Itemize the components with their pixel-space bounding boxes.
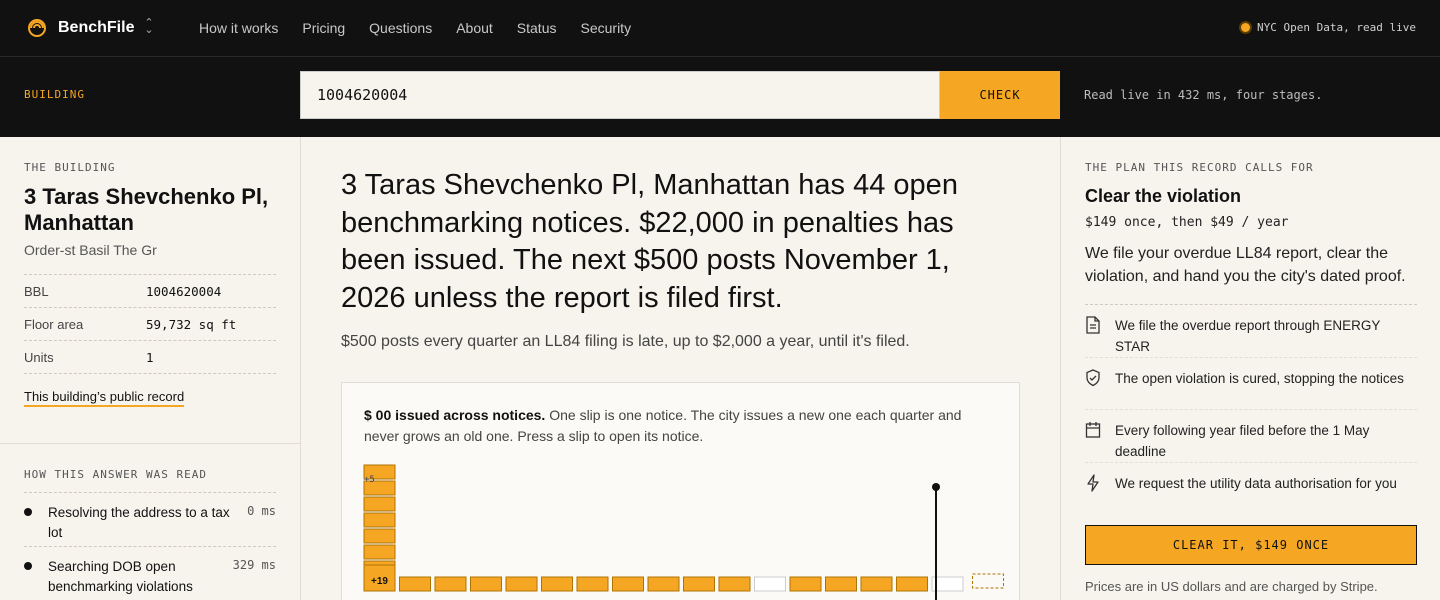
notice-slip[interactable]: [647, 576, 680, 592]
plan-title: Clear the violation: [1085, 186, 1242, 206]
fact-row: BBL 1004620004: [24, 274, 276, 307]
notice-slip[interactable]: [612, 576, 644, 592]
step-dot-icon: [24, 562, 32, 570]
building-panel: THE BUILDING 3 Taras Shevchenko Pl, Manh…: [0, 137, 301, 600]
building-owner: Order-st Basil The Gr: [24, 242, 157, 258]
overflow-badge: +19: [371, 576, 388, 587]
check-button[interactable]: CHECK: [940, 71, 1060, 119]
stack-label: +5: [364, 475, 375, 485]
notice-slip[interactable]: [718, 576, 751, 592]
notice-slip[interactable]: [541, 576, 573, 592]
plan-price: $149 once, then $49 / year: [1085, 215, 1289, 230]
nav-link-status[interactable]: Status: [517, 20, 557, 36]
notice-slip[interactable]: [683, 576, 715, 592]
nav-links: How it works Pricing Questions About Sta…: [199, 20, 655, 36]
plan-panel: THE PLAN THIS RECORD CALLS FOR Clear the…: [1060, 137, 1440, 600]
notice-slips-chart: +19 +5: [363, 464, 1004, 600]
building-search-input[interactable]: [300, 71, 940, 119]
live-status-text: NYC Open Data, read live: [1257, 21, 1416, 34]
plan-feature-text: We request the utility data authorisatio…: [1115, 476, 1397, 491]
fact-row: Units 1: [24, 340, 276, 373]
lightning-icon: [1087, 474, 1099, 492]
building-label: BUILDING: [24, 88, 85, 101]
notice-slip[interactable]: [896, 576, 928, 592]
result-headline: 3 Taras Shevchenko Pl, Manhattan has 44 …: [341, 169, 958, 314]
notice-slip[interactable]: [470, 576, 502, 592]
notice-slip[interactable]: [576, 576, 609, 592]
step-dot-icon: [24, 508, 32, 516]
notice-slip[interactable]: [363, 512, 396, 528]
fact-key: Floor area: [24, 316, 84, 332]
brand-name[interactable]: BenchFile: [58, 19, 134, 37]
shield-check-icon: [1086, 369, 1100, 387]
empty-slip[interactable]: [754, 576, 786, 592]
live-dot-icon: [1241, 23, 1251, 32]
next-notice-slip[interactable]: [972, 573, 1004, 589]
plan-feature: We request the utility data authorisatio…: [1085, 463, 1417, 515]
document-icon: [1086, 316, 1100, 334]
notice-slip[interactable]: [363, 496, 396, 512]
notice-slip[interactable]: [789, 576, 822, 592]
read-steps: Resolving the address to a tax lot 0 ms …: [24, 492, 276, 600]
panel-divider: [0, 443, 300, 444]
notice-slip[interactable]: [860, 576, 893, 592]
public-record-link[interactable]: This building’s public record: [24, 389, 185, 407]
calendar-icon: [1085, 422, 1101, 438]
result-subline: $500 posts every quarter an LL84 filing …: [341, 333, 910, 350]
step-text: Resolving the address to a tax lot: [48, 505, 230, 540]
plan-feature: Every following year filed before the 1 …: [1085, 410, 1417, 463]
plan-section-label: THE PLAN THIS RECORD CALLS FOR: [1085, 161, 1314, 174]
plan-feature-text: We file the overdue report through ENERG…: [1115, 318, 1381, 354]
nav-link-questions[interactable]: Questions: [369, 20, 432, 36]
nav-link-pricing[interactable]: Pricing: [302, 20, 345, 36]
fact-value: 1004620004: [146, 283, 222, 299]
read-step: Resolving the address to a tax lot 0 ms: [24, 492, 276, 546]
building-facts: BBL 1004620004 Floor area 59,732 sq ft U…: [24, 274, 276, 374]
notice-slip[interactable]: [363, 544, 396, 560]
plan-feature-text: The open violation is cured, stopping th…: [1115, 371, 1404, 386]
read-step: Searching DOB open benchmarking violatio…: [24, 546, 276, 600]
nav-link-security[interactable]: Security: [581, 20, 632, 36]
plan-features: We file the overdue report through ENERG…: [1085, 304, 1417, 515]
fact-row: Floor area 59,732 sq ft: [24, 307, 276, 340]
notices-card: $ 00 issued across notices. One slip is …: [341, 382, 1020, 600]
fact-key: BBL: [24, 283, 49, 299]
live-status: NYC Open Data, read live: [1241, 21, 1416, 34]
plan-feature: The open violation is cured, stopping th…: [1085, 358, 1417, 410]
nav-link-about[interactable]: About: [456, 20, 493, 36]
building-section-label: THE BUILDING: [24, 161, 116, 174]
top-nav: BenchFile ⌃ ⌄ How it works Pricing Questi…: [0, 0, 1440, 57]
fact-value: 59,732 sq ft: [146, 316, 237, 332]
read-time-note: Read live in 432 ms, four stages.: [1084, 88, 1323, 102]
step-text: Searching DOB open benchmarking violatio…: [48, 559, 193, 594]
plan-feature-text: Every following year filed before the 1 …: [1115, 423, 1370, 459]
notice-slip[interactable]: [434, 576, 467, 592]
search-band: BUILDING CHECK Read live in 432 ms, four…: [0, 57, 1440, 137]
notice-slip[interactable]: [399, 576, 431, 592]
pricing-fine-print: Prices are in US dollars and are charged…: [1085, 579, 1378, 594]
plan-feature: We file the overdue report through ENERG…: [1085, 305, 1417, 358]
notice-slip[interactable]: [505, 576, 538, 592]
step-time: 0 ms: [247, 504, 276, 518]
brand-logo-icon[interactable]: [28, 19, 46, 37]
today-marker-dot: [932, 483, 940, 491]
plan-description: We file your overdue LL84 report, clear …: [1085, 245, 1406, 285]
notice-slip[interactable]: [363, 528, 396, 544]
building-title: 3 Taras Shevchenko Pl, Manhattan: [24, 184, 269, 235]
step-time: 329 ms: [232, 558, 276, 572]
clear-it-button[interactable]: CLEAR IT, $149 ONCE: [1085, 525, 1417, 565]
chevron-updown-icon[interactable]: ⌃ ⌄: [144, 18, 154, 36]
notice-slip[interactable]: [825, 576, 857, 592]
fact-key: Units: [24, 349, 54, 365]
nav-link-how-it-works[interactable]: How it works: [199, 20, 278, 36]
how-read-label: HOW THIS ANSWER WAS READ: [24, 468, 207, 481]
result-panel: 3 Taras Shevchenko Pl, Manhattan has 44 …: [301, 137, 1060, 600]
fact-value: 1: [146, 349, 154, 365]
